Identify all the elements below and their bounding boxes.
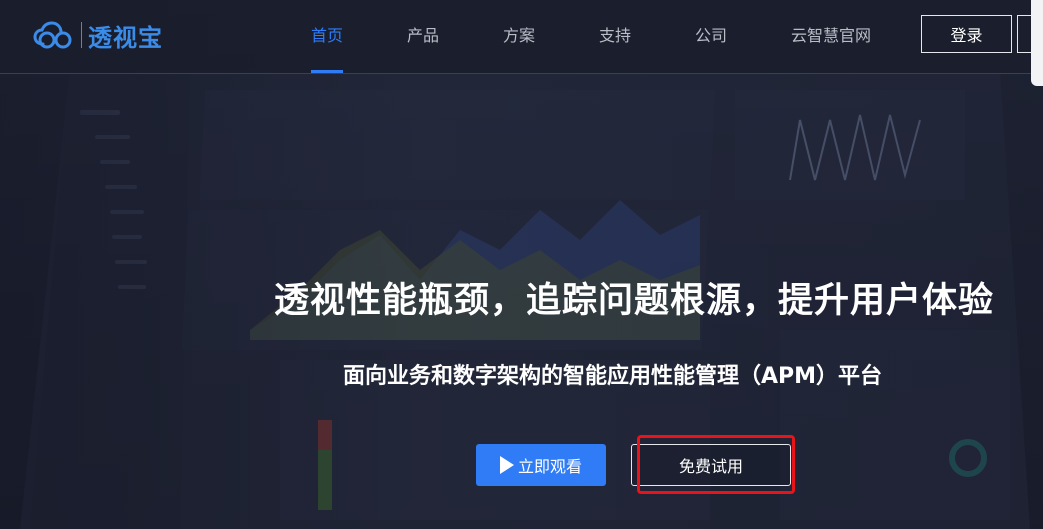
brand-name: 透视宝: [88, 23, 163, 52]
hero-subtitle: 面向业务和数字架构的智能应用性能管理（APM）平台: [343, 364, 883, 389]
annotation-highlight-box: [637, 435, 795, 494]
logo-divider: [81, 22, 82, 48]
hero-title: 透视性能瓶颈，追踪问题根源，提升用户体验: [274, 281, 995, 321]
nav-item-products[interactable]: 产品: [407, 22, 439, 46]
nav-item-solutions[interactable]: 方案: [503, 22, 535, 46]
login-button-label: 登录: [950, 26, 983, 45]
nav-item-support[interactable]: 支持: [599, 22, 631, 46]
nav-item-company[interactable]: 公司: [695, 22, 727, 46]
side-floating-tab[interactable]: [1031, 0, 1043, 86]
brand-logo[interactable]: 透视宝: [33, 16, 163, 54]
play-icon: [499, 456, 514, 474]
top-navbar: 透视宝 首页 产品 方案 支持 公司 云智慧官网 登录: [0, 0, 1043, 74]
watch-video-label: 立即观看: [517, 457, 582, 476]
cloud-link-icon: [33, 21, 72, 49]
login-button[interactable]: 登录: [921, 15, 1012, 53]
watch-video-button[interactable]: 立即观看: [476, 444, 606, 486]
nav-item-home[interactable]: 首页: [311, 22, 343, 46]
nav-item-official-site[interactable]: 云智慧官网: [791, 22, 871, 46]
active-nav-indicator: [311, 70, 343, 73]
